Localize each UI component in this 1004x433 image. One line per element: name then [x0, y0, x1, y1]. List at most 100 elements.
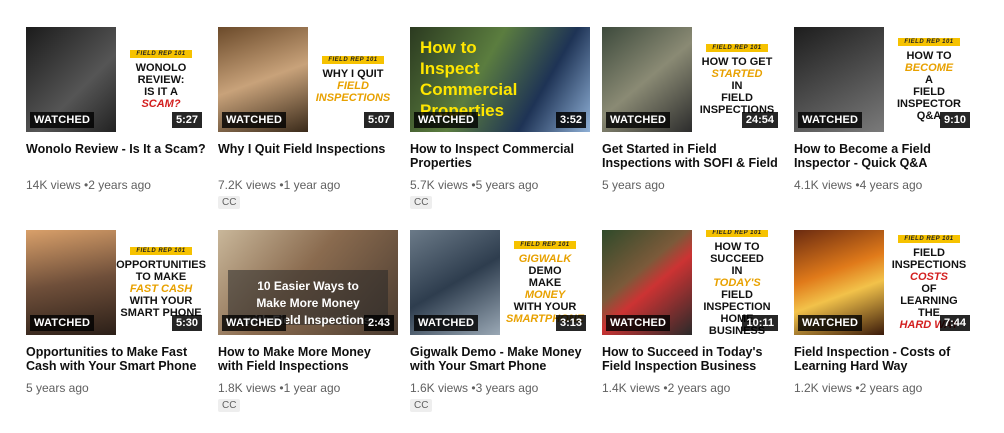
video-metadata: 5 years ago: [26, 381, 206, 395]
meta-separator: [660, 381, 668, 395]
thumbnail-text-line: MAKE: [528, 276, 562, 289]
video-card[interactable]: FIELD REP 101 HOW TO SUCCEED IN TODAY'S FIELD…: [602, 230, 782, 433]
thumbnail-text-line: TO MAKE: [135, 270, 187, 283]
meta-separator: [852, 381, 860, 395]
thumbnail-text-line: HOW TO: [906, 49, 952, 62]
video-metadata: 5 years ago: [602, 178, 782, 192]
closed-captions-badge: CC: [410, 399, 433, 412]
thumbnail-text-line: REVIEW:: [137, 73, 185, 86]
thumbnail-text-line: OPPORTUNITIES: [116, 258, 206, 271]
watched-badge: WATCHED: [798, 315, 863, 331]
video-card[interactable]: FIELD REP 101 OPPORTUNITIES TO MAKE FAST CA…: [26, 230, 206, 433]
view-count: 1.4K views: [602, 381, 661, 395]
thumbnail-text-line: HOW TO GET: [701, 55, 773, 68]
video-thumbnail[interactable]: FIELD REP 101 OPPORTUNITIES TO MAKE FAST CA…: [26, 230, 206, 335]
video-thumbnail[interactable]: FIELD REP 101 WONOLO REVIEW: IS IT A SCAM? WA…: [26, 27, 206, 132]
thumbnail-text-line: with your: [513, 300, 577, 313]
meta-separator: [468, 381, 476, 395]
thumbnail-text-line: Q&A: [916, 109, 942, 122]
upload-age: 2 years ago: [859, 381, 923, 395]
video-title[interactable]: Opportunities to Make Fast Cash with You…: [26, 345, 206, 373]
thumbnail-ribbon: FIELD REP 101: [898, 234, 960, 243]
upload-age: 3 years ago: [475, 381, 539, 395]
thumbnail-ribbon: FIELD REP 101: [130, 49, 192, 58]
video-card[interactable]: How to Inspect Commercial Properties WATCHED…: [410, 27, 590, 230]
duration-badge: 24:54: [741, 112, 778, 128]
video-metadata: 1.4K views 2 years ago: [602, 381, 782, 395]
video-title[interactable]: Gigwalk Demo - Make Money with Your Smar…: [410, 345, 590, 373]
upload-age: 5 years ago: [26, 381, 89, 395]
view-count: 1.2K views: [794, 381, 853, 395]
video-metadata: 1.8K views 1 year ago: [218, 381, 398, 395]
thumbnail-text-line: Gigwalk: [518, 252, 572, 265]
video-thumbnail[interactable]: FIELD REP 101 WHY I Quit FIELD INSPECTIONS W…: [218, 27, 398, 132]
video-thumbnail[interactable]: How to Inspect Commercial Properties WATCHED…: [410, 27, 590, 132]
view-count: 5.7K views: [410, 178, 469, 192]
video-grid: FIELD REP 101 WONOLO REVIEW: IS IT A SCAM? WA…: [26, 27, 996, 433]
thumbnail-ribbon: FIELD REP 101: [706, 230, 768, 237]
video-thumbnail[interactable]: FIELD REP 101 HOW TO SUCCEED IN TODAY'S FIELD…: [602, 230, 782, 335]
thumbnail-ribbon: FIELD REP 101: [706, 43, 768, 52]
thumbnail-text-line: INSPECTIONS: [891, 258, 967, 271]
upload-age: 1 year ago: [283, 178, 341, 192]
video-metadata: 14K views 2 years ago: [26, 178, 206, 192]
watched-badge: WATCHED: [414, 112, 479, 128]
thumbnail-text-line: TODAY'S: [713, 276, 761, 289]
view-count: 14K views: [26, 178, 81, 192]
video-card[interactable]: FIELD REP 101 HOW TO GET STARTED IN FIELD INS…: [602, 27, 782, 230]
video-thumbnail[interactable]: FIELD REP 101 FIELD INSPECTIONS COSTS OF LEAR…: [794, 230, 974, 335]
video-card[interactable]: FIELD REP 101 WHY I Quit FIELD INSPECTIONS W…: [218, 27, 398, 230]
video-card[interactable]: 10 Easier Ways to Make More Money with Fie…: [218, 230, 398, 433]
thumbnail-text-line: FIELD: [913, 85, 945, 98]
video-thumbnail[interactable]: FIELD REP 101 HOW TO GET STARTED IN FIELD INS…: [602, 27, 782, 132]
video-thumbnail[interactable]: FIELD REP 101 Gigwalk demo MAKE MONEY with yo…: [410, 230, 590, 335]
upload-age: 1 year ago: [283, 381, 341, 395]
upload-age: 5 years ago: [475, 178, 539, 192]
view-count: 7.2K views: [218, 178, 277, 192]
video-card[interactable]: FIELD REP 101 WONOLO REVIEW: IS IT A SCAM? WA…: [26, 27, 206, 230]
thumbnail-text-line: INSPECTIONS: [315, 91, 391, 104]
video-metadata: 4.1K views 4 years ago: [794, 178, 974, 192]
video-title[interactable]: How to Succeed in Today's Field Inspecti…: [602, 345, 782, 373]
thumbnail-text-line: STARTED: [711, 67, 763, 80]
watched-badge: WATCHED: [414, 315, 479, 331]
thumbnail-ribbon: FIELD REP 101: [130, 246, 192, 255]
watched-badge: WATCHED: [222, 315, 287, 331]
view-count: 1.8K views: [218, 381, 277, 395]
meta-separator: [276, 381, 284, 395]
duration-badge: 2:43: [363, 315, 394, 331]
video-title[interactable]: How to Become a Field Inspector - Quick …: [794, 142, 974, 170]
video-title[interactable]: Wonolo Review - Is It a Scam?: [26, 142, 206, 170]
video-card[interactable]: FIELD REP 101 HOW TO BECOME A FIELD INSPECTOR…: [794, 27, 974, 230]
video-card[interactable]: FIELD REP 101 FIELD INSPECTIONS COSTS OF LEAR…: [794, 230, 974, 433]
upload-age: 4 years ago: [859, 178, 923, 192]
thumbnail-text-line: WHY I Quit: [322, 67, 384, 80]
thumbnail-text-line: A: [925, 73, 933, 86]
thumbnail-text-line: FIELD: [337, 79, 369, 92]
view-count: 4.1K views: [794, 178, 853, 192]
duration-badge: 5:30: [171, 315, 202, 331]
thumbnail-text-line: FIELD: [913, 246, 945, 259]
video-thumbnail[interactable]: 10 Easier Ways to Make More Money with Fie…: [218, 230, 398, 335]
video-metadata: 5.7K views 5 years ago: [410, 178, 590, 192]
video-title[interactable]: Field Inspection - Costs of Learning Har…: [794, 345, 974, 373]
video-title[interactable]: Why I Quit Field Inspections: [218, 142, 398, 170]
upload-age: 2 years ago: [88, 178, 151, 192]
duration-badge: 10:11: [742, 315, 778, 331]
thumbnail-text-line: demo: [528, 264, 562, 277]
video-title[interactable]: Get Started in Field Inspections with SO…: [602, 142, 782, 170]
thumbnail-text-line: OF: [921, 282, 937, 295]
video-card[interactable]: FIELD REP 101 Gigwalk demo MAKE MONEY with yo…: [410, 230, 590, 433]
video-title[interactable]: How to Make More Money with Field Inspec…: [218, 345, 398, 373]
thumbnail-text-line: Inspect: [420, 59, 480, 78]
video-metadata: 7.2K views 1 year ago: [218, 178, 398, 192]
watched-badge: WATCHED: [606, 315, 671, 331]
closed-captions-badge: CC: [410, 196, 433, 209]
watched-badge: WATCHED: [222, 112, 287, 128]
duration-badge: 9:10: [939, 112, 970, 128]
thumbnail-text-line: WITH YOUR: [129, 294, 193, 307]
video-thumbnail[interactable]: FIELD REP 101 HOW TO BECOME A FIELD INSPECTOR…: [794, 27, 974, 132]
meta-separator: [852, 178, 860, 192]
thumbnail-text-line: FIELD INSPECTION: [703, 288, 771, 313]
video-title[interactable]: How to Inspect Commercial Properties: [410, 142, 590, 170]
